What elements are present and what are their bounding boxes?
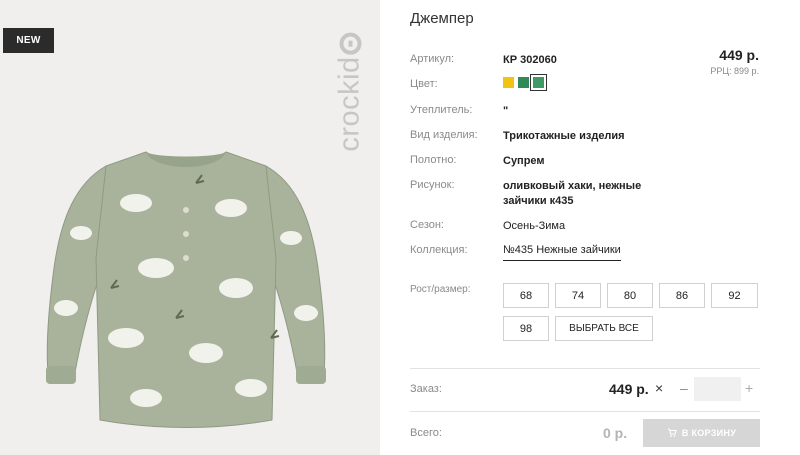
spec-value: КР 302060: [503, 54, 557, 66]
new-badge: NEW: [3, 28, 54, 53]
product-title: Джемпер: [410, 10, 474, 27]
color-swatches: [503, 74, 547, 91]
quantity-input[interactable]: [694, 377, 741, 401]
times-icon: ×: [655, 380, 664, 396]
spec-label: Утеплитель:: [410, 104, 473, 116]
spec-label: Вид изделия:: [410, 129, 478, 141]
spec-label: Коллекция:: [410, 244, 468, 256]
order-label: Заказ:: [410, 383, 442, 395]
brand-logo: crockid: [333, 32, 367, 152]
right-cuff: [296, 366, 326, 384]
brand-logo-text: crockid: [333, 56, 366, 152]
spec-value: Осень-Зима: [503, 220, 566, 232]
increase-quantity-button[interactable]: +: [745, 380, 753, 396]
product-photo[interactable]: NEW crockid: [0, 0, 380, 455]
button-1: [183, 207, 189, 213]
spec-label: Полотно:: [410, 154, 457, 166]
left-cuff: [46, 366, 76, 384]
select-all-sizes-button[interactable]: ВЫБРАТЬ ВСЕ: [555, 316, 653, 341]
product-price: 449 р.: [719, 47, 759, 63]
size-button-80[interactable]: 80: [607, 283, 653, 308]
add-to-cart-label: В КОРЗИНУ: [681, 428, 737, 438]
spec-label: Цвет:: [410, 78, 438, 90]
jumper-image: [46, 151, 326, 428]
button-2: [183, 231, 189, 237]
total-label: Всего:: [410, 427, 442, 439]
size-button-68[interactable]: 68: [503, 283, 549, 308]
size-button-74[interactable]: 74: [555, 283, 601, 308]
color-swatch-green[interactable]: [518, 77, 529, 88]
brand-logo-mark: [339, 32, 361, 55]
size-button-86[interactable]: 86: [659, 283, 705, 308]
spec-label: Сезон:: [410, 219, 444, 231]
spec-value: Трикотажные изделия: [503, 130, 625, 142]
divider: [410, 368, 760, 369]
spec-label: Артикул:: [410, 53, 455, 65]
total-value: 0 р.: [603, 425, 628, 441]
color-swatch-yellow[interactable]: [503, 77, 514, 88]
sizes-label: Рост/размер:: [410, 284, 471, 295]
collection-link[interactable]: №435 Нежные зайчики: [503, 244, 621, 261]
divider: [410, 411, 760, 412]
order-price: 449 р.: [609, 381, 649, 397]
spec-value: оливковый хаки, нежные зайчики к435: [503, 180, 642, 207]
spec-label: Рисунок:: [410, 179, 455, 191]
add-to-cart-button[interactable]: В КОРЗИНУ: [643, 419, 760, 447]
color-swatch-green-selected[interactable]: [530, 74, 547, 91]
spec-value: Супрем: [503, 155, 545, 167]
button-3: [183, 255, 189, 261]
decrease-quantity-button[interactable]: –: [680, 380, 688, 396]
size-button-98[interactable]: 98: [503, 316, 549, 341]
spec-value: ": [503, 105, 509, 117]
size-button-92[interactable]: 92: [711, 283, 758, 308]
cart-icon: [667, 428, 677, 437]
recommended-price: РРЦ: 899 р.: [710, 66, 759, 76]
